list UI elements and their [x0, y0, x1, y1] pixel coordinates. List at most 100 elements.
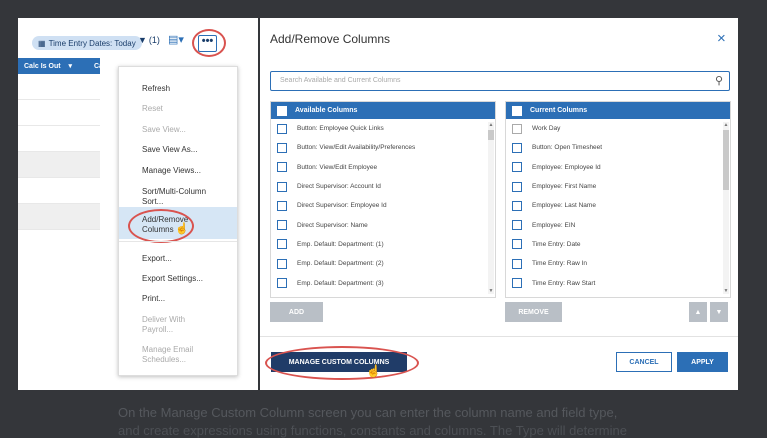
add-remove-columns-dialog: Add/Remove Columns × Search Available an…: [260, 18, 738, 390]
column-header-calc-is-out[interactable]: Calc Is Out: [18, 63, 61, 70]
checkbox[interactable]: [512, 258, 522, 269]
checkbox[interactable]: [277, 181, 287, 192]
search-icon[interactable]: ⚲: [715, 74, 723, 87]
table-row[interactable]: [18, 204, 100, 230]
menu-item-save-view-as[interactable]: Save View As...: [142, 145, 197, 155]
checkbox[interactable]: [277, 142, 287, 153]
scrollbar-thumb[interactable]: [488, 130, 494, 140]
column-header-next[interactable]: Ca: [88, 63, 103, 70]
list-item[interactable]: Direct Supervisor: Employee Id: [271, 196, 495, 215]
move-up-button[interactable]: ▲: [689, 302, 707, 322]
list-item[interactable]: Button: Employee Quick Links: [271, 119, 495, 138]
list-item[interactable]: Button: Open Timesheet: [506, 138, 730, 157]
scroll-down-icon[interactable]: ▼: [723, 288, 729, 294]
list-item-label: Work Day: [532, 125, 561, 133]
list-item[interactable]: Employee: Last Name: [506, 196, 730, 215]
list-item-label: Button: View/Edit Employee: [297, 163, 378, 171]
document-icon[interactable]: ▤▾: [168, 33, 184, 46]
checkbox: [512, 123, 522, 134]
available-scrollbar[interactable]: ▲ ▼: [488, 122, 494, 294]
list-item[interactable]: Employee: EIN: [506, 215, 730, 234]
filter-toggle[interactable]: ▼ (1): [138, 35, 160, 45]
menu-item-sort-multi-column[interactable]: Sort/Multi-Column Sort...: [142, 187, 206, 207]
checkbox[interactable]: [512, 181, 522, 192]
list-item[interactable]: Time Entry: Raw In: [506, 254, 730, 273]
checkbox[interactable]: [277, 278, 287, 289]
current-columns-header: Current Columns: [506, 102, 730, 119]
scrollbar-thumb[interactable]: [723, 130, 729, 190]
column-search-input[interactable]: Search Available and Current Columns ⚲: [270, 71, 730, 91]
highlight-ring: [192, 29, 226, 57]
list-item[interactable]: Emp. Default: Department: (2): [271, 254, 495, 273]
list-item[interactable]: Emp. Default: Department: (3): [271, 273, 495, 292]
remove-button[interactable]: REMOVE: [505, 302, 562, 322]
list-item-label: Direct Supervisor: Name: [297, 221, 368, 229]
table-row[interactable]: [18, 178, 100, 204]
checkbox[interactable]: [277, 258, 287, 269]
list-item[interactable]: Work Day: [506, 119, 730, 138]
hand-cursor-icon: ☝: [366, 364, 381, 378]
close-icon[interactable]: ×: [717, 30, 726, 47]
calendar-icon: ▦: [38, 38, 46, 48]
menu-item-label: Manage Email: [142, 345, 194, 354]
menu-item-print[interactable]: Print...: [142, 294, 165, 304]
table-row[interactable]: [18, 152, 100, 178]
list-item[interactable]: Emp. Default: Department: (1): [271, 235, 495, 254]
menu-item-manage-views[interactable]: Manage Views...: [142, 166, 201, 176]
cancel-button[interactable]: CANCEL: [616, 352, 672, 372]
menu-item-reset: Reset: [142, 104, 163, 113]
timesheet-panel: ▦ Time Entry Dates: Today ▼ (1) ▤▾ ••• C…: [18, 18, 258, 390]
list-item-label: Direct Supervisor: Account Id: [297, 183, 381, 191]
select-all-available-checkbox[interactable]: [277, 105, 287, 116]
checkbox[interactable]: [512, 278, 522, 289]
checkbox[interactable]: [512, 142, 522, 153]
hand-cursor-icon: ☝: [175, 223, 189, 235]
list-item[interactable]: Employee: First Name: [506, 177, 730, 196]
checkbox[interactable]: [277, 220, 287, 231]
list-item[interactable]: Direct Supervisor: Name: [271, 215, 495, 234]
scroll-up-icon[interactable]: ▲: [488, 122, 494, 128]
list-item-label: Employee: Employee Id: [532, 163, 601, 171]
menu-item-label: Schedules...: [142, 355, 187, 364]
checkbox[interactable]: [277, 123, 287, 134]
table-row[interactable]: [18, 74, 100, 100]
table-row[interactable]: [18, 100, 100, 126]
list-item[interactable]: Time Entry: Raw Start: [506, 273, 730, 292]
menu-divider: [119, 241, 237, 242]
list-item-label: Time Entry: Raw In: [532, 260, 588, 268]
menu-item-export-settings[interactable]: Export Settings...: [142, 274, 203, 284]
table-row[interactable]: [18, 126, 100, 152]
chevron-down-icon[interactable]: ▾: [61, 62, 73, 70]
move-down-button[interactable]: ▼: [710, 302, 728, 322]
menu-item-manage-email-schedules: Manage Email Schedules...: [142, 345, 193, 365]
list-item-label: Emp. Default: Department: (2): [297, 260, 384, 268]
current-scrollbar[interactable]: ▲ ▼: [723, 122, 729, 294]
checkbox[interactable]: [277, 162, 287, 173]
apply-button[interactable]: APPLY: [677, 352, 728, 372]
list-item[interactable]: Button: View/Edit Availability/Preferenc…: [271, 138, 495, 157]
scroll-down-icon[interactable]: ▼: [488, 288, 494, 294]
checkbox[interactable]: [277, 200, 287, 211]
date-filter-chip[interactable]: ▦ Time Entry Dates: Today: [32, 36, 142, 50]
menu-item-refresh[interactable]: Refresh: [142, 84, 170, 94]
checkbox[interactable]: [512, 200, 522, 211]
checkbox[interactable]: [277, 239, 287, 250]
list-item[interactable]: Button: View/Edit Employee: [271, 158, 495, 177]
dialog-title: Add/Remove Columns: [270, 32, 391, 46]
list-item[interactable]: Time Entry: Date: [506, 235, 730, 254]
select-all-current-checkbox[interactable]: [512, 105, 522, 116]
checkbox[interactable]: [512, 162, 522, 173]
checkbox[interactable]: [512, 239, 522, 250]
background-caption: On the Manage Custom Column screen you c…: [118, 405, 618, 420]
menu-item-deliver-with-payroll: Deliver With Payroll...: [142, 315, 185, 335]
menu-item-export[interactable]: Export...: [142, 254, 172, 264]
list-item-label: Emp. Default: Department: (3): [297, 279, 384, 287]
checkbox[interactable]: [512, 220, 522, 231]
list-item[interactable]: Direct Supervisor: Account Id: [271, 177, 495, 196]
date-filter-label: Time Entry Dates: Today: [48, 38, 136, 48]
scroll-up-icon[interactable]: ▲: [723, 122, 729, 128]
list-item[interactable]: Employee: Employee Id: [506, 158, 730, 177]
background-caption-2: and create expressions using functions, …: [118, 423, 627, 438]
dialog-footer-divider: [260, 336, 738, 337]
add-button[interactable]: ADD: [270, 302, 323, 322]
